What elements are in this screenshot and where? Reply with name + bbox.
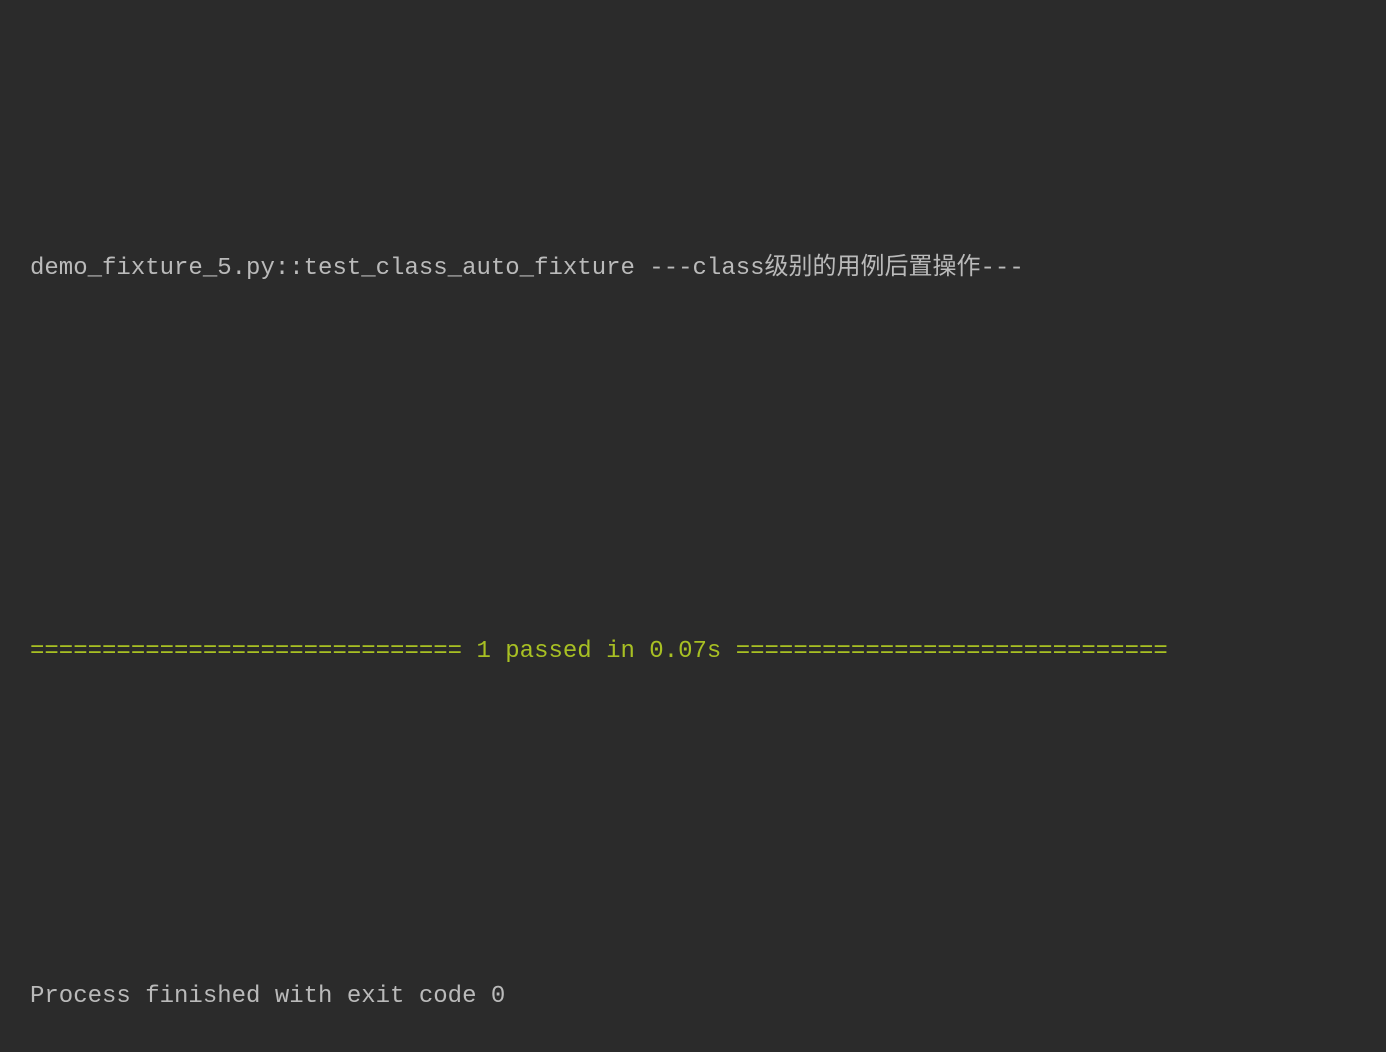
terminal-output: demo_fixture_5.py::test_class_auto_fixtu… [30, 174, 1356, 1052]
test-summary-line: ============================== 1 passed … [30, 633, 1356, 671]
test-execution-line: demo_fixture_5.py::test_class_auto_fixtu… [30, 250, 1356, 288]
process-exit-line: Process finished with exit code 0 [30, 978, 1356, 1016]
